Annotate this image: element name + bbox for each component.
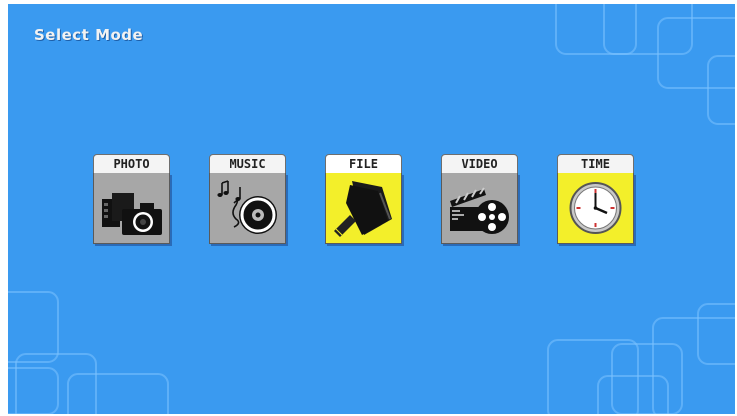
- mode-file-button[interactable]: FILE: [325, 154, 402, 246]
- mode-music-tile: [209, 173, 286, 244]
- mode-time-tile: [557, 173, 634, 244]
- mode-time-label: TIME: [557, 154, 634, 174]
- mode-select-screen: Select Mode PHOTO MUSIC FILE VIDEO TIME: [8, 4, 735, 414]
- mode-video-tile: [441, 173, 518, 244]
- music-cd-icon: [217, 180, 277, 234]
- mode-photo-tile: [93, 173, 170, 244]
- file-folder-icon: [334, 181, 392, 237]
- mode-photo-button[interactable]: PHOTO: [93, 154, 170, 246]
- camera-photo-icon: [102, 193, 162, 235]
- mode-music-label: MUSIC: [209, 154, 286, 174]
- mode-photo-label: PHOTO: [93, 154, 170, 174]
- mode-file-tile: [325, 173, 402, 244]
- mode-file-label: FILE: [325, 154, 402, 174]
- mode-video-label: VIDEO: [441, 154, 518, 174]
- mode-time-button[interactable]: TIME: [557, 154, 634, 246]
- film-reel-icon: [450, 187, 509, 234]
- mode-video-button[interactable]: VIDEO: [441, 154, 518, 246]
- mode-music-button[interactable]: MUSIC: [209, 154, 286, 246]
- page-title: Select Mode: [34, 26, 144, 44]
- clock-icon: [569, 182, 622, 234]
